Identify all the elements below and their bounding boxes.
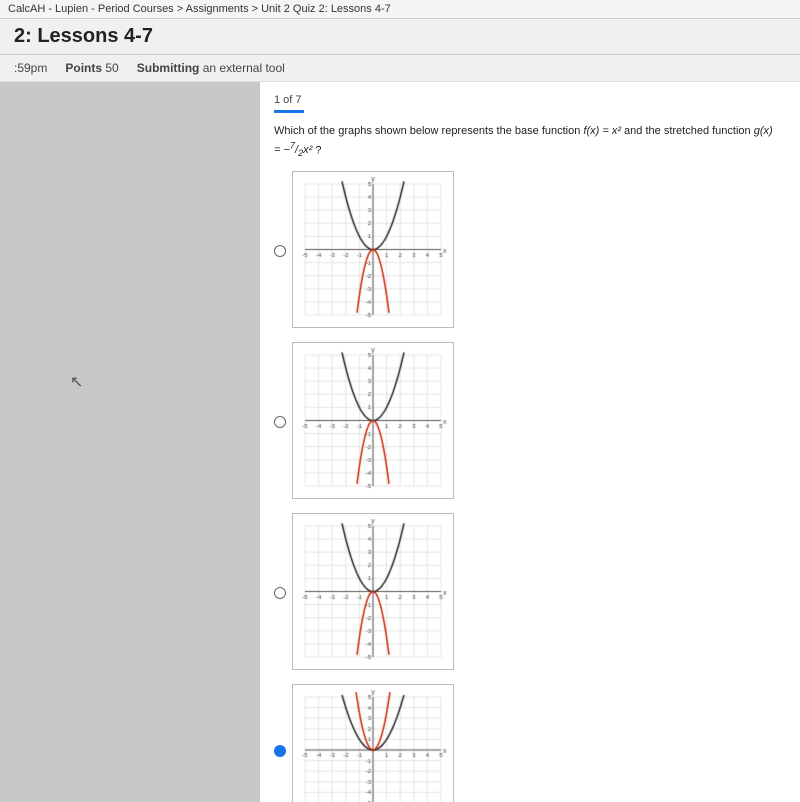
answer-option-1 [274,171,782,328]
answer-option-2 [274,342,782,499]
main-content: ↖ 1 of 7 Which of the graphs shown below… [0,82,800,802]
graph-2 [292,342,454,499]
due-time: :59pm [14,61,47,75]
points-label: Points 50 [65,61,118,75]
progress-line [274,110,304,113]
breadcrumb: CalcAH - Lupien - Period Courses > Assig… [0,0,800,19]
left-panel: ↖ [0,82,260,802]
radio-option-2[interactable] [274,416,286,428]
answer-option-3 [274,513,782,670]
radio-option-4[interactable] [274,745,286,757]
question-text: Which of the graphs shown below represen… [274,123,782,161]
radio-option-3[interactable] [274,587,286,599]
right-panel: 1 of 7 Which of the graphs shown below r… [260,82,800,802]
progress-indicator: 1 of 7 [274,94,782,106]
answer-option-4 [274,684,782,802]
graph-1 [292,171,454,328]
submitting-label: Submitting an external tool [137,61,285,75]
graph-4 [292,684,454,802]
cursor-icon: ↖ [70,372,83,392]
radio-option-1[interactable] [274,245,286,257]
meta-row: :59pm Points 50 Submitting an external t… [0,55,800,82]
page-title: 2: Lessons 4-7 [14,25,786,48]
page-title-bar: 2: Lessons 4-7 [0,19,800,55]
graph-3 [292,513,454,670]
